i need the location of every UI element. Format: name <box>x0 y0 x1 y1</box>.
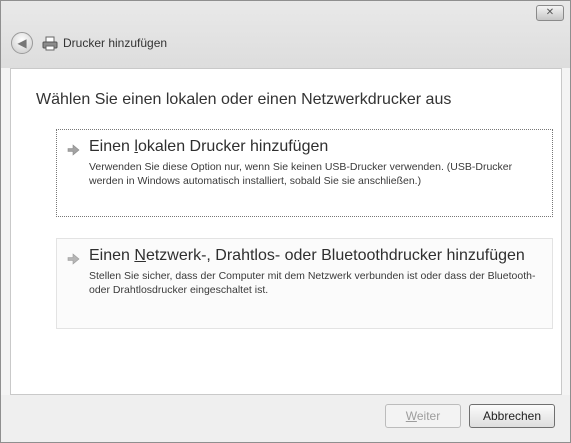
option-local-printer[interactable]: Einen lokalen Drucker hinzufügen Verwend… <box>56 129 553 217</box>
window-title: Drucker hinzufügen <box>63 36 168 50</box>
page-heading: Wählen Sie einen lokalen oder einen Netz… <box>36 91 452 108</box>
cancel-button[interactable]: Abbrechen <box>469 404 555 428</box>
button-bar: Weiter Abbrechen <box>1 395 570 442</box>
option-title-part: Einen <box>89 138 135 155</box>
option-title-part: Einen <box>89 247 135 264</box>
close-icon: ✕ <box>545 7 555 18</box>
arrow-right-icon <box>67 253 80 265</box>
accelerator-key: N <box>134 247 146 264</box>
option-description: Stellen Sie sicher, dass der Computer mi… <box>89 270 536 296</box>
printer-icon <box>42 36 58 51</box>
option-title-part: okalen Drucker hinzufügen <box>137 138 329 155</box>
option-description: Verwenden Sie diese Option nur, wenn Sie… <box>89 161 513 187</box>
content-panel: Wählen Sie einen lokalen oder einen Netz… <box>10 68 562 395</box>
accelerator-key: W <box>405 409 417 423</box>
back-arrow-icon: ◀ <box>17 36 27 50</box>
arrow-right-icon <box>67 144 80 156</box>
close-button[interactable]: ✕ <box>536 5 564 21</box>
back-button[interactable]: ◀ <box>11 32 33 54</box>
option-title: Einen Netzwerk-, Drahtlos- oder Bluetoot… <box>89 247 525 265</box>
option-network-printer[interactable]: Einen Netzwerk-, Drahtlos- oder Bluetoot… <box>56 238 553 329</box>
option-title-part: etzwerk-, Drahtlos- oder Bluetoothdrucke… <box>145 247 525 264</box>
option-title: Einen lokalen Drucker hinzufügen <box>89 138 328 156</box>
add-printer-window: ✕ ◀ Drucker hinzufügen Wählen Sie einen … <box>0 0 571 443</box>
next-button[interactable]: Weiter <box>385 404 461 428</box>
next-button-label: eiter <box>416 409 441 423</box>
title-bar: ✕ ◀ Drucker hinzufügen <box>1 1 570 68</box>
